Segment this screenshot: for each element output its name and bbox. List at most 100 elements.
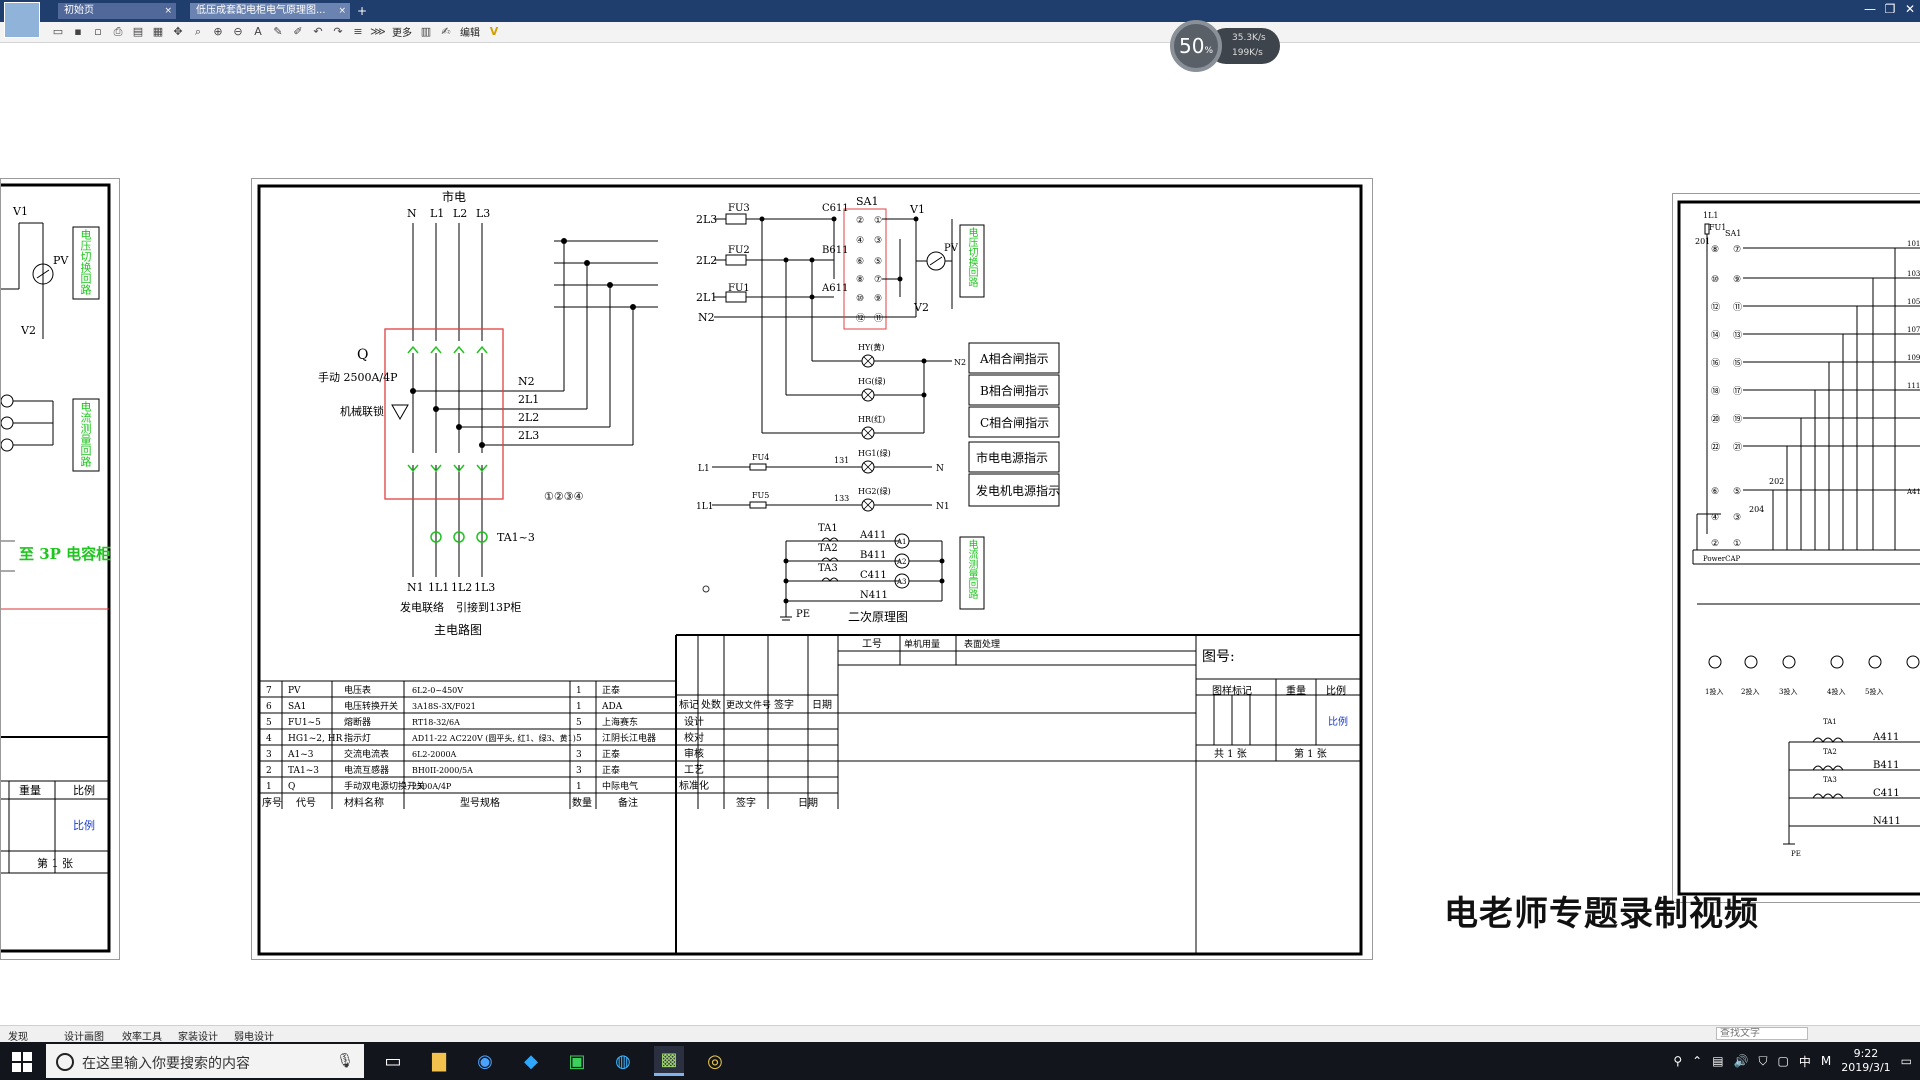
bom-table: 7 PV 电压表 6L2-0~450V 1 正泰 6 SA1 电压转换开关 3A18S-3X/F0…: [266, 684, 656, 792]
bom-cell: 3: [266, 750, 272, 760]
shield-icon[interactable]: ⛉: [1759, 1054, 1768, 1069]
tab-close-icon[interactable]: ×: [164, 3, 172, 19]
more-icon[interactable]: ⋙: [370, 24, 386, 39]
volume-icon[interactable]: 🔊: [1734, 1054, 1749, 1068]
out-label-2l1: 2L1: [518, 393, 539, 406]
bus-label-l3: L3: [476, 207, 490, 220]
open-icon[interactable]: ▭: [50, 24, 66, 39]
main-circuit-label: 主电路图: [434, 622, 482, 637]
clock-date: 2019/3/1: [1841, 1061, 1891, 1074]
more-button[interactable]: 更多: [390, 24, 414, 39]
undo-icon[interactable]: ↶: [310, 24, 326, 39]
bom-cell: 电流互感器: [344, 764, 389, 776]
zoom-in-icon[interactable]: ⊕: [210, 24, 226, 39]
status-tab-weak-current[interactable]: 弱电设计: [234, 1028, 274, 1043]
status-tab-discover[interactable]: 发现: [8, 1028, 28, 1043]
sa1-label: SA1: [856, 195, 878, 208]
right-wire: 107: [1907, 326, 1920, 334]
layer-icon[interactable]: ≡: [350, 24, 366, 39]
tab-drawing[interactable]: 低压成套配电柜电气原理图... ×: [190, 3, 350, 19]
cortana-icon: [56, 1053, 74, 1071]
left-to-capacitor: 至 3P 电容柜: [19, 545, 111, 563]
contact-num: ㉑: [1733, 442, 1742, 453]
bom-cell: AD11-22 AC220V (圆平头, 红1、绿3、黄1): [411, 733, 576, 743]
left-v1: V1: [12, 205, 28, 218]
contact-num: ㉒: [1711, 442, 1720, 453]
save-icon[interactable]: ▪: [70, 24, 86, 39]
qq-browser-icon[interactable]: ◍: [608, 1046, 638, 1076]
zoom-out-icon[interactable]: ⊖: [230, 24, 246, 39]
text-icon[interactable]: A: [250, 24, 266, 39]
person-icon[interactable]: ⚲: [1673, 1054, 1682, 1068]
export-icon[interactable]: ▦: [150, 24, 166, 39]
lamp-group-label: 5投入: [1865, 687, 1883, 696]
clock[interactable]: 9:22 2019/3/1: [1841, 1047, 1890, 1075]
network-speed-widget[interactable]: 35.3K/s 199K/s 50%: [1170, 20, 1282, 72]
current-measure-box: 电流测量回路: [966, 539, 977, 599]
cad-viewer-icon[interactable]: ▩: [654, 1046, 684, 1076]
wechat-icon[interactable]: ▣: [562, 1046, 592, 1076]
percent-value: 50: [1178, 34, 1205, 58]
status-tab-drawing[interactable]: 设计画图: [64, 1028, 104, 1043]
chrome-icon[interactable]: ◎: [700, 1046, 730, 1076]
minimize-button[interactable]: —: [1864, 2, 1876, 16]
bom-cell: TA1~3: [288, 766, 319, 776]
bom-header-no: 序号: [262, 796, 282, 809]
task-view-icon[interactable]: ▭: [378, 1046, 408, 1076]
edit-button[interactable]: 编辑: [458, 24, 482, 39]
tb-header-job: 工号: [862, 638, 882, 650]
status-tab-tools[interactable]: 效率工具: [122, 1028, 162, 1043]
upload-speed: 35.3K/s: [1232, 33, 1266, 43]
microphone-icon[interactable]: 🎙: [336, 1053, 354, 1069]
taskbar-search[interactable]: 在这里输入你要搜索的内容 🎙: [46, 1044, 364, 1078]
vip-icon[interactable]: V: [486, 24, 502, 39]
highlighter-icon[interactable]: ✐: [290, 24, 306, 39]
file-explorer-icon[interactable]: ▇: [424, 1046, 454, 1076]
windows-start-icon[interactable]: [12, 1052, 32, 1072]
status-tab-home-design[interactable]: 家装设计: [178, 1028, 218, 1043]
rev-header-date: 日期: [812, 699, 832, 711]
tb-header-surface: 表面处理: [964, 638, 1000, 650]
sec-pe: PE: [796, 609, 810, 620]
maximize-button[interactable]: ❐: [1884, 2, 1896, 16]
table-icon[interactable]: ▥: [418, 24, 434, 39]
right-wire: 111: [1907, 382, 1920, 390]
chat-app-icon[interactable]: ◆: [516, 1046, 546, 1076]
bom-header-code: 代号: [296, 797, 316, 809]
pdf-icon[interactable]: ▤: [130, 24, 146, 39]
voltage-switch-box: 电压切换回路: [966, 227, 977, 287]
print-icon[interactable]: ⎙: [110, 24, 126, 39]
right-powercap: PowerCAP: [1703, 555, 1741, 563]
rev-header-count: 处数: [701, 698, 721, 711]
notification-icon[interactable]: ▭: [1901, 1054, 1912, 1068]
network-icon[interactable]: ▤: [1712, 1054, 1723, 1068]
find-text-input[interactable]: [1716, 1027, 1808, 1040]
lamp-hg: HG(绿): [858, 377, 886, 386]
input-method-icon[interactable]: M: [1821, 1054, 1831, 1068]
zoom-window-icon[interactable]: ⌕: [190, 24, 206, 39]
role-design: 设计: [684, 715, 704, 728]
tab-start-page[interactable]: 初始页 ×: [58, 3, 176, 19]
app-avatar-icon[interactable]: [4, 2, 40, 38]
pencil-icon[interactable]: ✎: [270, 24, 286, 39]
tab-close-icon[interactable]: ×: [338, 3, 346, 19]
rev-header-mark: 标记: [679, 699, 699, 711]
new-tab-button[interactable]: +: [354, 3, 370, 19]
sa-contact: ⑩: [856, 294, 864, 304]
wire-a611: A611: [821, 283, 848, 294]
ind-mains-power: 市电电源指示: [976, 450, 1048, 465]
save-as-icon[interactable]: ▫: [90, 24, 106, 39]
tray-expand-icon[interactable]: ⌃: [1692, 1054, 1702, 1068]
tab-label: 初始页: [64, 5, 94, 16]
ime-indicator[interactable]: 中: [1799, 1053, 1811, 1070]
breaker-desc: 手动 2500A/4P: [318, 370, 398, 384]
close-button[interactable]: ✕: [1904, 2, 1916, 16]
browser-icon[interactable]: ◉: [470, 1046, 500, 1076]
left-v2: V2: [20, 324, 36, 337]
edit-icon[interactable]: ✍: [438, 24, 454, 39]
redo-icon[interactable]: ↷: [330, 24, 346, 39]
left-drawing-sheet: V1 PV V2 电压切换回路 电流测量回路 至 3P 电容柜 重量 比例 比例: [0, 178, 120, 960]
pan-icon[interactable]: ✥: [170, 24, 186, 39]
contact-num: ①: [1733, 539, 1741, 549]
display-icon[interactable]: ▢: [1778, 1054, 1789, 1068]
